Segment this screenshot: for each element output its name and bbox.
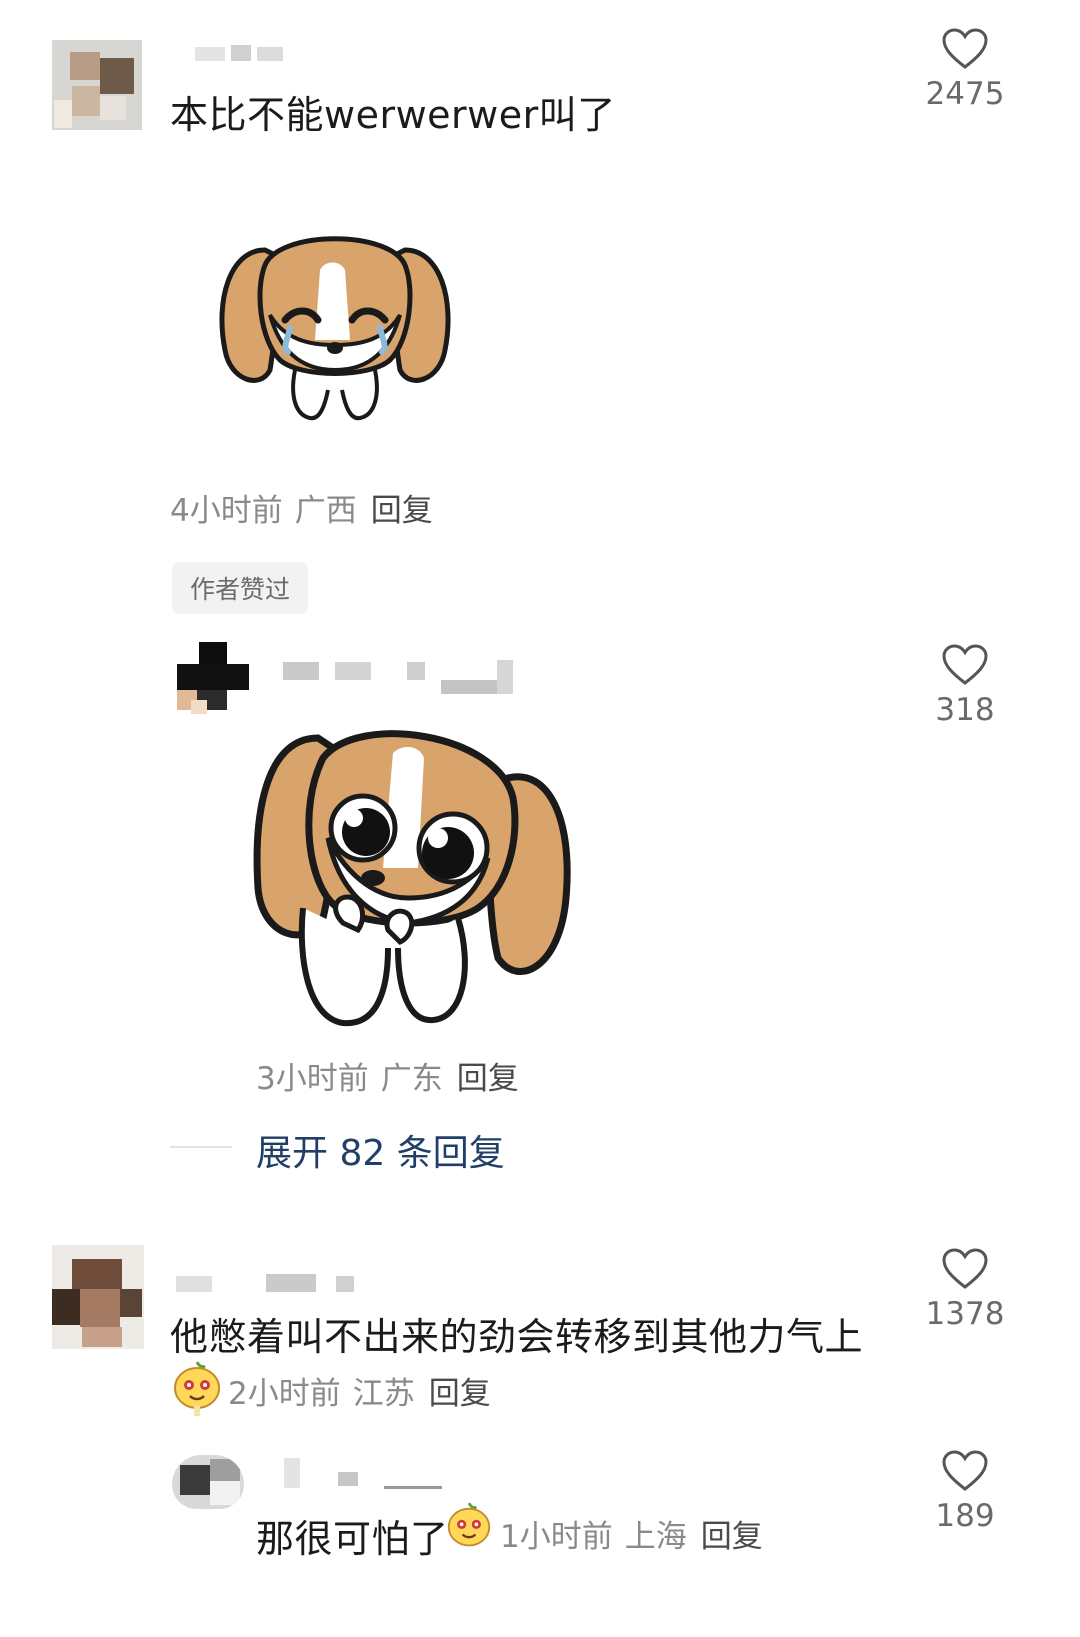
comment-time: 3小时前 — [256, 1061, 369, 1097]
like-count: 318 — [935, 692, 995, 728]
like-button[interactable]: 189 — [910, 1450, 1020, 1534]
avatar[interactable] — [177, 642, 249, 714]
comment-meta: 2小时前 江苏 回复 — [228, 1368, 491, 1413]
author-liked-badge: 作者赞过 — [172, 562, 309, 614]
like-button[interactable]: 1378 — [910, 1248, 1020, 1332]
comment-time: 2小时前 — [228, 1376, 341, 1412]
comment-region: 广西 — [294, 493, 357, 529]
comment-region: 上海 — [624, 1519, 687, 1555]
username-masked[interactable] — [176, 1270, 356, 1298]
sticker-emoji-icon — [447, 1502, 491, 1547]
sticker-emoji-icon — [174, 1361, 220, 1416]
reply-button[interactable]: 回复 — [429, 1376, 491, 1412]
comment-region: 江苏 — [352, 1376, 415, 1412]
reply-button[interactable]: 回复 — [371, 493, 433, 529]
heart-icon — [942, 1248, 988, 1289]
begging-puppy-sticker[interactable] — [248, 718, 578, 1038]
heart-icon — [942, 1450, 988, 1491]
expand-divider — [170, 1146, 232, 1148]
comment-meta: 1小时前 上海 回复 — [500, 1511, 763, 1556]
username-masked[interactable] — [283, 660, 518, 696]
avatar[interactable] — [52, 1245, 144, 1349]
reply-button[interactable]: 回复 — [457, 1061, 519, 1097]
reply-button[interactable]: 回复 — [701, 1519, 763, 1555]
comment-text: 本比不能werwerwer叫了 — [170, 93, 616, 137]
heart-icon — [942, 28, 988, 69]
like-count: 189 — [935, 1498, 995, 1534]
comment-region: 广东 — [380, 1061, 443, 1097]
like-button[interactable]: 2475 — [910, 28, 1020, 112]
heart-icon — [942, 644, 988, 685]
comment-text: 他憋着叫不出来的劲会转移到其他力气上 — [170, 1315, 864, 1359]
comment-time: 1小时前 — [500, 1519, 613, 1555]
avatar[interactable] — [52, 40, 142, 130]
like-count: 1378 — [925, 1296, 1005, 1332]
username-masked[interactable] — [195, 43, 285, 61]
username-masked[interactable] — [284, 1458, 444, 1492]
like-button[interactable]: 318 — [910, 644, 1020, 728]
comment-meta: 4小时前 广西 回复 — [170, 485, 433, 530]
comment-meta: 3小时前 广东 回复 — [256, 1053, 519, 1098]
crying-puppy-sticker[interactable] — [210, 220, 460, 430]
expand-replies-button[interactable]: 展开 82 条回复 — [256, 1124, 505, 1176]
comment-time: 4小时前 — [170, 493, 283, 529]
like-count: 2475 — [925, 76, 1005, 112]
avatar[interactable] — [172, 1455, 244, 1509]
comment-text: 那很可怕了 — [256, 1517, 449, 1561]
